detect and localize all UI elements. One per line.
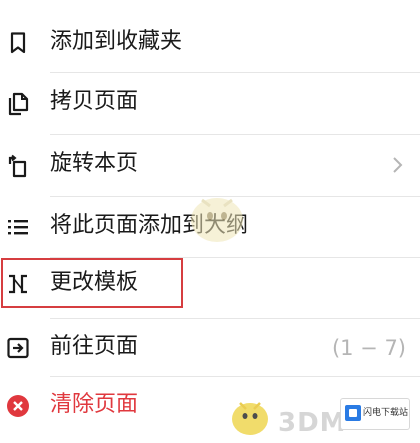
page-options-menu: 添加到收藏夹 拷贝页面 旋转本页 将此页面添加到大纲 更改模板 前往页面 (1 … [0, 0, 420, 442]
menu-item-label: 清除页面 [50, 392, 139, 417]
menu-item-label: 前往页面 [50, 334, 139, 359]
menu-item-add-to-favorites[interactable]: 添加到收藏夹 [0, 13, 420, 73]
bookmark-icon [5, 30, 31, 56]
menu-item-label: 添加到收藏夹 [50, 29, 183, 54]
menu-item-go-to-page[interactable]: 前往页面 (1 − 7) [0, 318, 420, 378]
site-logo-icon [345, 405, 361, 421]
chevron-right-icon [386, 154, 408, 176]
menu-item-copy-page[interactable]: 拷贝页面 [0, 73, 420, 133]
watermark-badge-text: 闪电下载站 [363, 408, 409, 418]
rotate-page-icon [5, 152, 31, 178]
menu-item-label: 旋转本页 [50, 151, 139, 176]
outline-list-icon [5, 214, 31, 240]
watermark-mascot-image [226, 393, 274, 439]
go-to-page-icon [5, 335, 31, 361]
watermark-badge: 闪电下载站 [340, 398, 410, 430]
page-range: (1 − 7) [331, 336, 406, 360]
clear-page-icon [5, 393, 31, 419]
highlight-box [1, 258, 183, 308]
copy-page-icon [5, 90, 31, 116]
watermark-text: 3DM [278, 408, 347, 438]
watermark-mascot-image [182, 180, 252, 250]
menu-item-label: 拷贝页面 [50, 89, 139, 114]
